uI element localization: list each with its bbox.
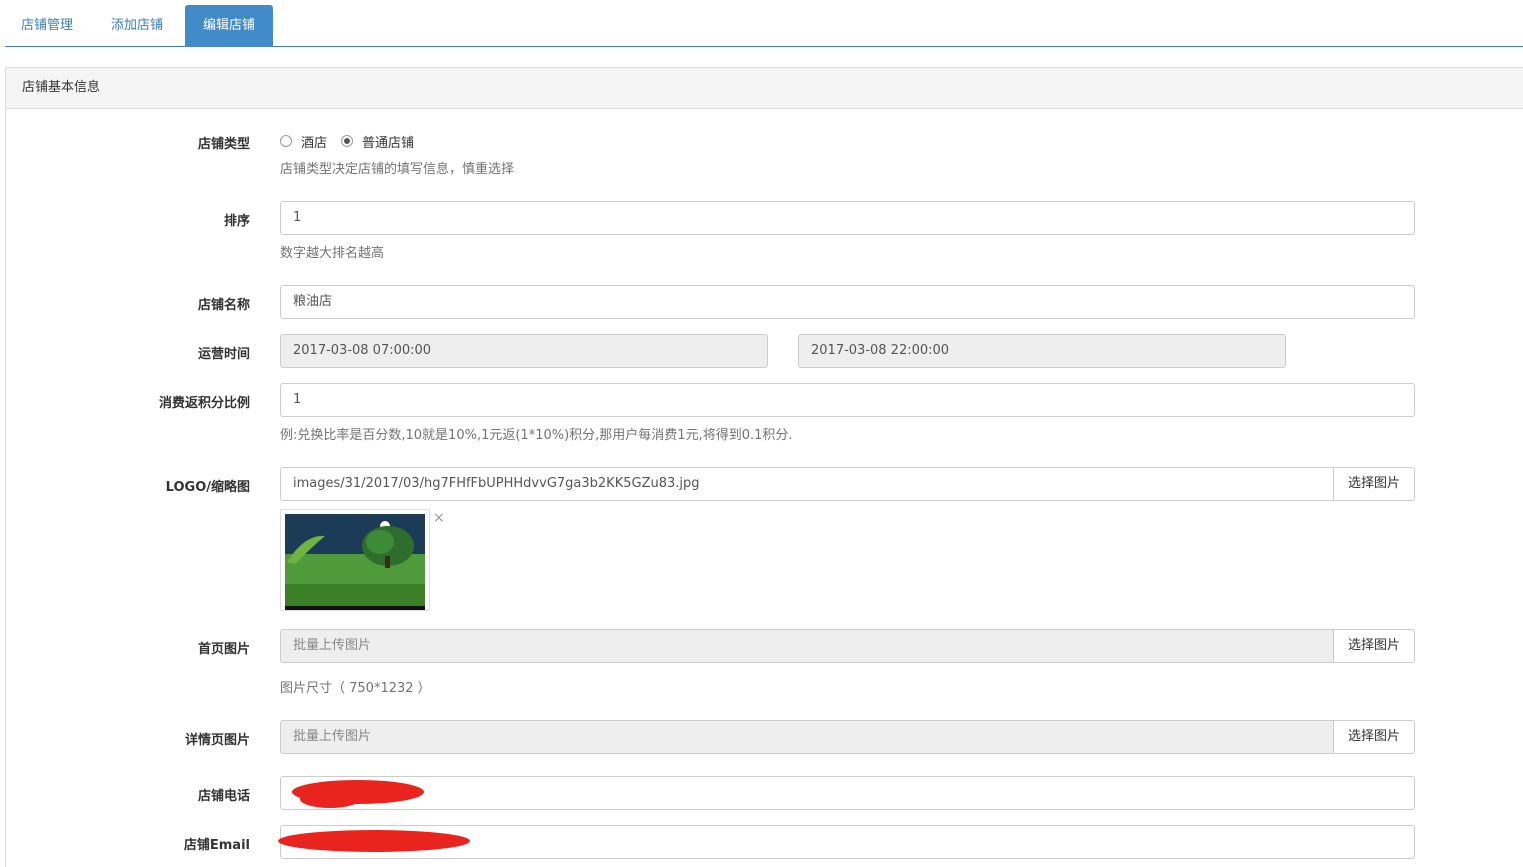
home-images-label: 首页图片 xyxy=(197,642,250,657)
sort-help: 数字越大排名越高 xyxy=(280,246,385,261)
detail-images-label: 详情页图片 xyxy=(184,733,250,748)
radio-hotel[interactable]: 酒店 xyxy=(280,132,327,151)
radio-hotel-circle[interactable] xyxy=(280,135,292,147)
points-ratio-help: 例:兑换比率是百分数,10就是10%,1元返(1*10%)积分,那用户每消费1元… xyxy=(280,428,793,443)
points-ratio-label: 消费返积分比例 xyxy=(158,396,250,411)
logo-select-image-button[interactable]: 选择图片 xyxy=(1333,467,1415,501)
sort-input[interactable]: 1 xyxy=(280,201,1415,235)
store-name-label: 店铺名称 xyxy=(197,298,250,313)
logo-thumbnail xyxy=(280,509,430,611)
logo-path-input[interactable]: images/31/2017/03/hg7FHfFbUPHHdvvG7ga3b2… xyxy=(280,467,1334,501)
tab-store-management[interactable]: 店铺管理 xyxy=(5,5,89,47)
panel-title: 店铺基本信息 xyxy=(6,68,1523,109)
home-images-help: 图片尺寸（ 750*1232 ） xyxy=(280,681,431,696)
tab-bar: 店铺管理 添加店铺 编辑店铺 xyxy=(5,0,1523,47)
radio-normal-store-label: 普通店铺 xyxy=(362,135,415,151)
tab-edit-store[interactable]: 编辑店铺 xyxy=(185,5,273,47)
home-images-input[interactable]: 批量上传图片 xyxy=(280,629,1334,663)
store-type-radios: 酒店 普通店铺 xyxy=(280,132,428,151)
hours-end-input[interactable]: 2017-03-08 22:00:00 xyxy=(798,334,1286,368)
store-type-label: 店铺类型 xyxy=(197,137,250,152)
logo-label: LOGO/缩略图 xyxy=(165,480,250,495)
hours-start-input[interactable]: 2017-03-08 07:00:00 xyxy=(280,334,768,368)
detail-images-select-button[interactable]: 选择图片 xyxy=(1333,720,1415,754)
store-name-input[interactable]: 粮油店 xyxy=(280,285,1415,319)
points-ratio-input[interactable]: 1 xyxy=(280,383,1415,417)
email-redaction-mark xyxy=(278,830,470,852)
tab-add-store[interactable]: 添加店铺 xyxy=(95,5,179,47)
home-images-select-button[interactable]: 选择图片 xyxy=(1333,629,1415,663)
store-type-help: 店铺类型决定店铺的填写信息，慎重选择 xyxy=(280,162,515,177)
sort-label: 排序 xyxy=(223,214,250,229)
radio-hotel-label: 酒店 xyxy=(301,135,328,151)
phone-input[interactable] xyxy=(280,776,1415,810)
phone-redaction-mark-2 xyxy=(300,790,360,808)
detail-images-input[interactable]: 批量上传图片 xyxy=(280,720,1334,754)
hours-label: 运营时间 xyxy=(197,347,250,362)
radio-normal-store[interactable]: 普通店铺 xyxy=(341,132,414,151)
remove-logo-close-icon[interactable]: × xyxy=(433,510,445,526)
logo-thumbnail-image xyxy=(285,514,425,610)
phone-label: 店铺电话 xyxy=(197,789,250,804)
landscape-image xyxy=(285,514,425,610)
email-label: 店铺Email xyxy=(183,838,250,853)
radio-normal-store-circle[interactable] xyxy=(341,135,354,147)
